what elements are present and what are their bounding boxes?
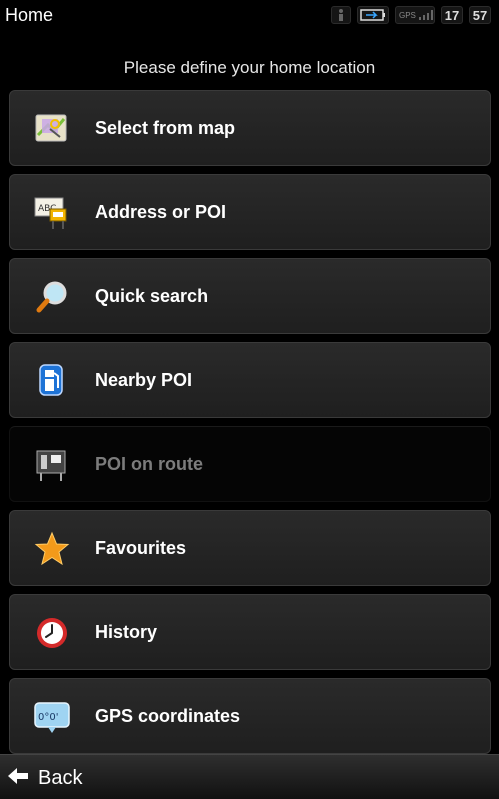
select-from-map-label: Select from map [95, 118, 236, 138]
favourites-button[interactable]: Favourites [9, 510, 491, 586]
bottom-bar: Back [0, 754, 499, 799]
gps-signal-icon: GPS [395, 6, 435, 24]
screen-title: Home [5, 5, 54, 25]
fuel-pump-icon [34, 363, 70, 399]
history-clock-icon [34, 615, 70, 651]
map-select-icon [34, 111, 70, 147]
clock-hour: 17 [441, 6, 463, 24]
star-icon [34, 531, 70, 567]
history-label: History [95, 622, 158, 642]
magnifier-icon [34, 279, 70, 315]
poi-on-route-button: POI on route [9, 426, 491, 502]
battery-icon [357, 6, 389, 24]
history-button[interactable]: History [9, 594, 491, 670]
quick-search-label: Quick search [95, 286, 209, 306]
address-or-poi-label: Address or POI [95, 202, 227, 222]
status-bar: Home GPS 17 57 [0, 0, 499, 30]
gps-coordinates-icon: 0°0' [34, 699, 70, 735]
gps-label: GPS [399, 10, 416, 20]
home-location-prompt: Please define your home location [123, 58, 376, 77]
quick-search-button[interactable]: Quick search [9, 258, 491, 334]
gps-coordinates-button[interactable]: 0°0' GPS coordinates [9, 678, 491, 754]
back-button[interactable]: Back [6, 764, 82, 792]
address-sign-icon: ABC [34, 195, 70, 231]
gps-coordinates-label: GPS coordinates [95, 706, 241, 726]
clock-minute: 57 [469, 6, 491, 24]
favourites-label: Favourites [95, 538, 187, 558]
poi-on-route-icon [34, 447, 70, 483]
gps-badge-text: 0°0' [38, 712, 58, 723]
back-arrow-icon [6, 766, 30, 791]
nearby-poi-label: Nearby POI [95, 370, 193, 390]
address-or-poi-button[interactable]: ABC Address or POI [9, 174, 491, 250]
nearby-poi-button[interactable]: Nearby POI [9, 342, 491, 418]
poi-on-route-label: POI on route [95, 454, 203, 474]
person-icon [331, 6, 351, 24]
select-from-map-button[interactable]: Select from map [9, 90, 491, 166]
back-label: Back [38, 766, 83, 789]
status-indicators: GPS 17 57 [331, 5, 491, 25]
